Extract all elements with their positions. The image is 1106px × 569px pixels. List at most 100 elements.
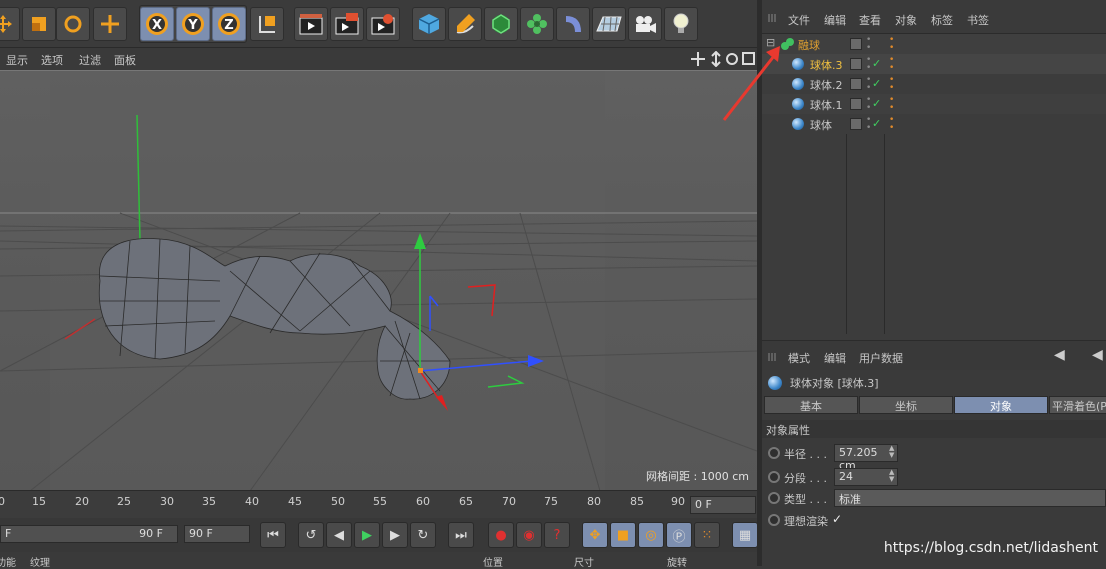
coordinate-system-icon[interactable]: [250, 7, 284, 41]
end-frame-field[interactable]: 90 F: [184, 525, 250, 543]
previous-frame-icon[interactable]: ◀: [326, 522, 352, 548]
next-key-icon[interactable]: ↻: [410, 522, 436, 548]
menu-filter[interactable]: 过滤: [79, 52, 101, 68]
timeline-icon[interactable]: ▦: [732, 522, 758, 548]
current-frame-field[interactable]: 0 F: [690, 496, 756, 514]
enabled-check-icon[interactable]: ✓: [872, 97, 881, 110]
pen-spline-icon[interactable]: [448, 7, 482, 41]
record-key-icon[interactable]: ●: [488, 522, 514, 548]
tab-texture[interactable]: 纹理: [30, 554, 50, 569]
rotate-tool-icon[interactable]: [56, 7, 90, 41]
visibility-dots-icon[interactable]: • •: [866, 116, 871, 133]
3d-viewport[interactable]: 网格间距 : 1000 cm: [0, 70, 757, 490]
key-rotation-icon[interactable]: ◎: [638, 522, 664, 548]
menu-mode[interactable]: 模式: [788, 350, 810, 366]
menu-view[interactable]: 查看: [859, 12, 881, 28]
play-icon[interactable]: ▶: [354, 522, 380, 548]
render-picture-viewer-icon[interactable]: [330, 7, 364, 41]
key-scale-icon[interactable]: ■: [610, 522, 636, 548]
z-axis-icon[interactable]: Z: [212, 7, 246, 41]
menu-edit[interactable]: 编辑: [824, 12, 846, 28]
tab-size[interactable]: 尺寸: [574, 554, 594, 569]
menu-object[interactable]: 对象: [895, 12, 917, 28]
move-tool-icon[interactable]: [0, 7, 20, 41]
tab-functions[interactable]: 功能: [0, 554, 16, 569]
tag-icon[interactable]: • •: [889, 76, 894, 93]
menu-bookmarks[interactable]: 书签: [967, 12, 989, 28]
key-point-level-icon[interactable]: ⁙: [694, 522, 720, 548]
previous-key-icon[interactable]: ↺: [298, 522, 324, 548]
key-position-icon[interactable]: ✥: [582, 522, 608, 548]
key-parameter-icon[interactable]: Ⓟ: [666, 522, 692, 548]
tag-icon[interactable]: • •: [889, 36, 894, 53]
light-icon[interactable]: [664, 7, 698, 41]
tab-position[interactable]: 位置: [483, 554, 503, 569]
tab-coordinates[interactable]: 坐标: [859, 396, 953, 414]
render-view-icon[interactable]: [294, 7, 328, 41]
animate-radio-icon[interactable]: [768, 447, 780, 459]
go-to-end-icon[interactable]: ⏭: [448, 522, 474, 548]
render-perfect-checkbox[interactable]: ✓: [832, 512, 842, 526]
menu-tags[interactable]: 标签: [931, 12, 953, 28]
x-axis-icon[interactable]: X: [140, 7, 174, 41]
menu-panel[interactable]: 面板: [114, 52, 136, 68]
cloner-icon[interactable]: [520, 7, 554, 41]
grip-icon[interactable]: [768, 352, 778, 362]
list-item[interactable]: 球体.2 • • ✓ • •: [762, 74, 1106, 94]
deformer-icon[interactable]: [556, 7, 590, 41]
list-item[interactable]: ⊟ 融球 • • • •: [762, 34, 1106, 54]
enabled-check-icon[interactable]: ✓: [872, 57, 881, 70]
section-header: 对象属性: [762, 420, 1106, 438]
floor-icon[interactable]: [592, 7, 626, 41]
animate-radio-icon[interactable]: [768, 514, 780, 526]
cube-object-icon[interactable]: [412, 7, 446, 41]
select-tool-icon[interactable]: [93, 7, 127, 41]
visibility-dots-icon[interactable]: • •: [866, 76, 871, 93]
subdivision-surface-icon[interactable]: [484, 7, 518, 41]
menu-user-data[interactable]: 用户数据: [859, 350, 903, 366]
camera-icon[interactable]: [628, 7, 662, 41]
menu-file[interactable]: 文件: [788, 12, 810, 28]
timeline-ruler[interactable]: 0 15 20 25 30 35 40 45 50 55 60 65 70 75…: [0, 490, 760, 518]
menu-display[interactable]: 显示: [6, 52, 28, 68]
visibility-dots-icon[interactable]: • •: [866, 96, 871, 113]
go-to-start-icon[interactable]: ⏮: [260, 522, 286, 548]
tab-phong[interactable]: 平滑着色(P: [1049, 396, 1106, 414]
grip-icon[interactable]: [768, 13, 778, 23]
animate-radio-icon[interactable]: [768, 471, 780, 483]
visibility-toggle-icon[interactable]: [850, 98, 862, 110]
next-frame-icon[interactable]: ▶: [382, 522, 408, 548]
preview-range-field[interactable]: F 90 F: [0, 525, 178, 543]
y-axis-icon[interactable]: Y: [176, 7, 210, 41]
enabled-check-icon[interactable]: ✓: [872, 117, 881, 130]
object-name: 球体.1: [810, 99, 843, 112]
visibility-toggle-icon[interactable]: [850, 38, 862, 50]
keyframe-selection-icon[interactable]: ?: [544, 522, 570, 548]
list-item[interactable]: 球体.1 • • ✓ • •: [762, 94, 1106, 114]
visibility-toggle-icon[interactable]: [850, 58, 862, 70]
stepper-icon[interactable]: ▲ ▼: [889, 469, 894, 483]
animate-radio-icon[interactable]: [768, 492, 780, 504]
tag-icon[interactable]: • •: [889, 116, 894, 133]
stepper-icon[interactable]: ▲ ▼: [889, 445, 894, 459]
back-arrow-icon[interactable]: ◀: [1054, 347, 1065, 363]
tag-icon[interactable]: • •: [889, 56, 894, 73]
tag-icon[interactable]: • •: [889, 96, 894, 113]
list-item[interactable]: 球体 • • ✓ • •: [762, 114, 1106, 134]
visibility-toggle-icon[interactable]: [850, 118, 862, 130]
enabled-check-icon[interactable]: ✓: [872, 77, 881, 90]
render-settings-icon[interactable]: [366, 7, 400, 41]
tab-object[interactable]: 对象: [954, 396, 1048, 414]
visibility-toggle-icon[interactable]: [850, 78, 862, 90]
auto-key-icon[interactable]: ◉: [516, 522, 542, 548]
tab-basic[interactable]: 基本: [764, 396, 858, 414]
forward-arrow-icon[interactable]: ◀: [1092, 347, 1103, 363]
tab-rotation[interactable]: 旋转: [667, 554, 687, 569]
list-item[interactable]: 球体.3 • • ✓ • •: [762, 54, 1106, 74]
scale-tool-icon[interactable]: [22, 7, 56, 41]
visibility-dots-icon[interactable]: • •: [866, 56, 871, 73]
type-select[interactable]: 标准: [834, 489, 1106, 507]
menu-edit[interactable]: 编辑: [824, 350, 846, 366]
menu-options[interactable]: 选项: [41, 52, 63, 68]
visibility-dots-icon[interactable]: • •: [866, 36, 871, 53]
